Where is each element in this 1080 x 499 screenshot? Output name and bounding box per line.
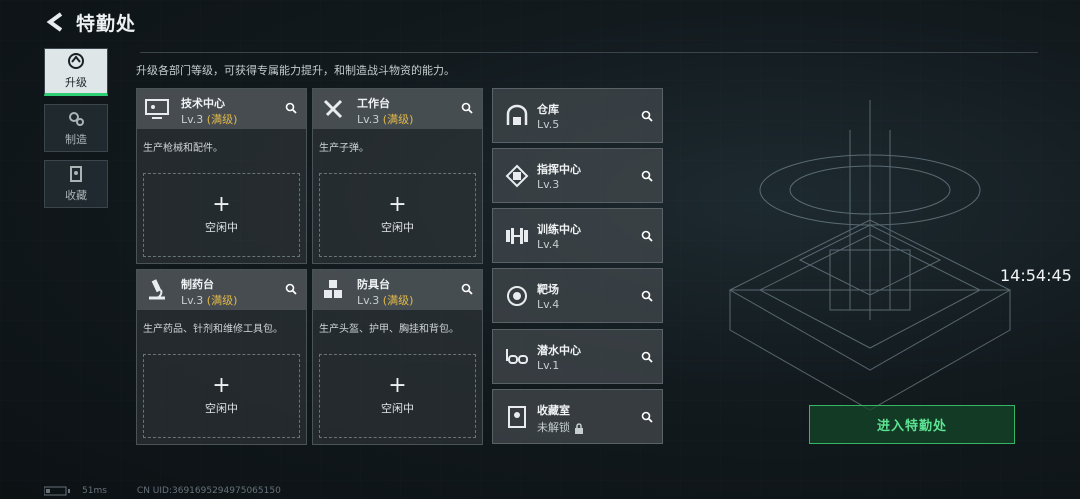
nav-item-collection[interactable]: 收藏 [44,160,108,208]
department-description: 生产头盔、护甲、胸挂和背包。 [319,324,459,335]
card-header: 防具台 Lv.3 (满级) [313,270,482,310]
left-nav: 升级 制造 收藏 [44,48,108,216]
facility-level: Lv.5 [537,118,560,131]
facility-card-shooting-range[interactable]: 靶场 Lv.4 [492,268,663,323]
department-card-workbench[interactable]: 工作台 Lv.3 (满级) 生产子弹。 + 空闲中 [312,88,483,264]
production-slot[interactable]: + 空闲中 [143,354,300,438]
department-description: 生产药品、针剂和维修工具包。 [143,324,283,335]
department-description: 生产枪械和配件。 [143,143,223,154]
enter-button[interactable]: 进入特勤处 [809,405,1015,444]
search-icon[interactable] [282,99,300,117]
department-card-armor-bench[interactable]: 防具台 Lv.3 (满级) 生产头盔、护甲、胸挂和背包。 + 空闲中 [312,269,483,445]
collection-icon [70,166,82,182]
search-icon[interactable] [638,227,656,245]
department-name: 技术中心 [181,97,225,110]
target-icon [501,280,533,312]
goggles-icon [501,341,533,373]
gears-icon [69,112,84,126]
facility-name: 仓库 [537,103,559,116]
facility-level: Lv.4 [537,298,560,311]
facility-level: Lv.1 [537,359,560,372]
header: 特勤处 [44,8,136,36]
search-icon[interactable] [638,107,656,125]
facility-name: 训练中心 [537,223,581,236]
search-icon[interactable] [638,408,656,426]
department-name: 制药台 [181,278,214,291]
cubes-icon [317,274,349,306]
uid-text: CN UID:3691695294975065150 [136,486,281,496]
card-header: 工作台 Lv.3 (满级) [313,89,482,129]
ping-text: 51ms [82,486,107,496]
search-icon[interactable] [458,99,476,117]
plus-icon: + [212,192,231,217]
slot-status: 空闲中 [381,402,414,415]
page-subtitle: 升级各部门等级，可获得专属能力提升，和制造战斗物资的能力。 [136,64,455,77]
search-icon[interactable] [282,280,300,298]
maxed-label: (满级) [206,294,238,307]
plus-icon: + [388,373,407,398]
slot-status: 空闲中 [381,221,414,234]
signal-icon [44,486,70,496]
search-icon[interactable] [638,167,656,185]
facility-card-command-center[interactable]: 指挥中心 Lv.3 [492,148,663,203]
department-description: 生产子弹。 [319,143,369,154]
clock: 14:54:45 [1000,266,1072,285]
upgrade-icon [68,53,84,69]
department-card-pharmacy[interactable]: 制药台 Lv.3 (满级) 生产药品、针剂和维修工具包。 + 空闲中 [136,269,307,445]
nav-label-craft: 制造 [65,133,87,146]
card-header: 技术中心 Lv.3 (满级) [137,89,306,129]
production-slot[interactable]: + 空闲中 [143,173,300,257]
department-level: Lv.3 (满级) [181,294,238,307]
vault-icon [501,401,533,433]
facility-level: 未解锁 [537,419,584,435]
card-header: 制药台 Lv.3 (满级) [137,270,306,310]
plus-icon: + [212,373,231,398]
slot-status: 空闲中 [205,402,238,415]
department-level: Lv.3 (满级) [181,113,238,126]
back-arrow-icon[interactable] [44,11,66,33]
maxed-label: (满级) [206,113,238,126]
base-3d-artwork [728,100,1012,411]
facility-name: 潜水中心 [537,344,581,357]
department-name: 防具台 [357,278,390,291]
nav-item-craft[interactable]: 制造 [44,104,108,152]
facility-name: 靶场 [537,283,559,296]
dumbbell-icon [501,220,533,252]
nav-label-collection: 收藏 [65,189,87,202]
footer: 51ms CN UID:3691695294975065150 [44,486,281,496]
facility-level: Lv.3 [537,178,560,191]
plus-icon: + [388,192,407,217]
facility-card-warehouse[interactable]: 仓库 Lv.5 [492,88,663,143]
facility-level: Lv.4 [537,238,560,251]
nav-item-upgrade[interactable]: 升级 [44,48,108,96]
production-slot[interactable]: + 空闲中 [319,354,476,438]
facility-card-training-center[interactable]: 训练中心 Lv.4 [492,208,663,263]
microscope-icon [141,274,173,306]
slot-status: 空闲中 [205,221,238,234]
maxed-label: (满级) [382,294,414,307]
tools-icon [317,93,349,125]
command-icon [501,160,533,192]
facility-card-collection-room[interactable]: 收藏室 未解锁 [492,389,663,444]
maxed-label: (满级) [382,113,414,126]
lock-icon [575,422,583,434]
page-title: 特勤处 [76,12,137,35]
production-slot[interactable]: + 空闲中 [319,173,476,257]
department-card-tech-center[interactable]: 技术中心 Lv.3 (满级) 生产枪械和配件。 + 空闲中 [136,88,307,264]
facility-card-diving-center[interactable]: 潜水中心 Lv.1 [492,329,663,384]
warehouse-icon [501,100,533,132]
nav-label-upgrade: 升级 [65,76,87,89]
search-icon[interactable] [638,348,656,366]
facility-name: 收藏室 [537,404,570,417]
computer-icon [141,93,173,125]
department-level: Lv.3 (满级) [357,113,414,126]
department-name: 工作台 [357,97,390,110]
facility-name: 指挥中心 [537,163,581,176]
department-level: Lv.3 (满级) [357,294,414,307]
search-icon[interactable] [458,280,476,298]
search-icon[interactable] [638,287,656,305]
header-divider [140,52,1038,53]
